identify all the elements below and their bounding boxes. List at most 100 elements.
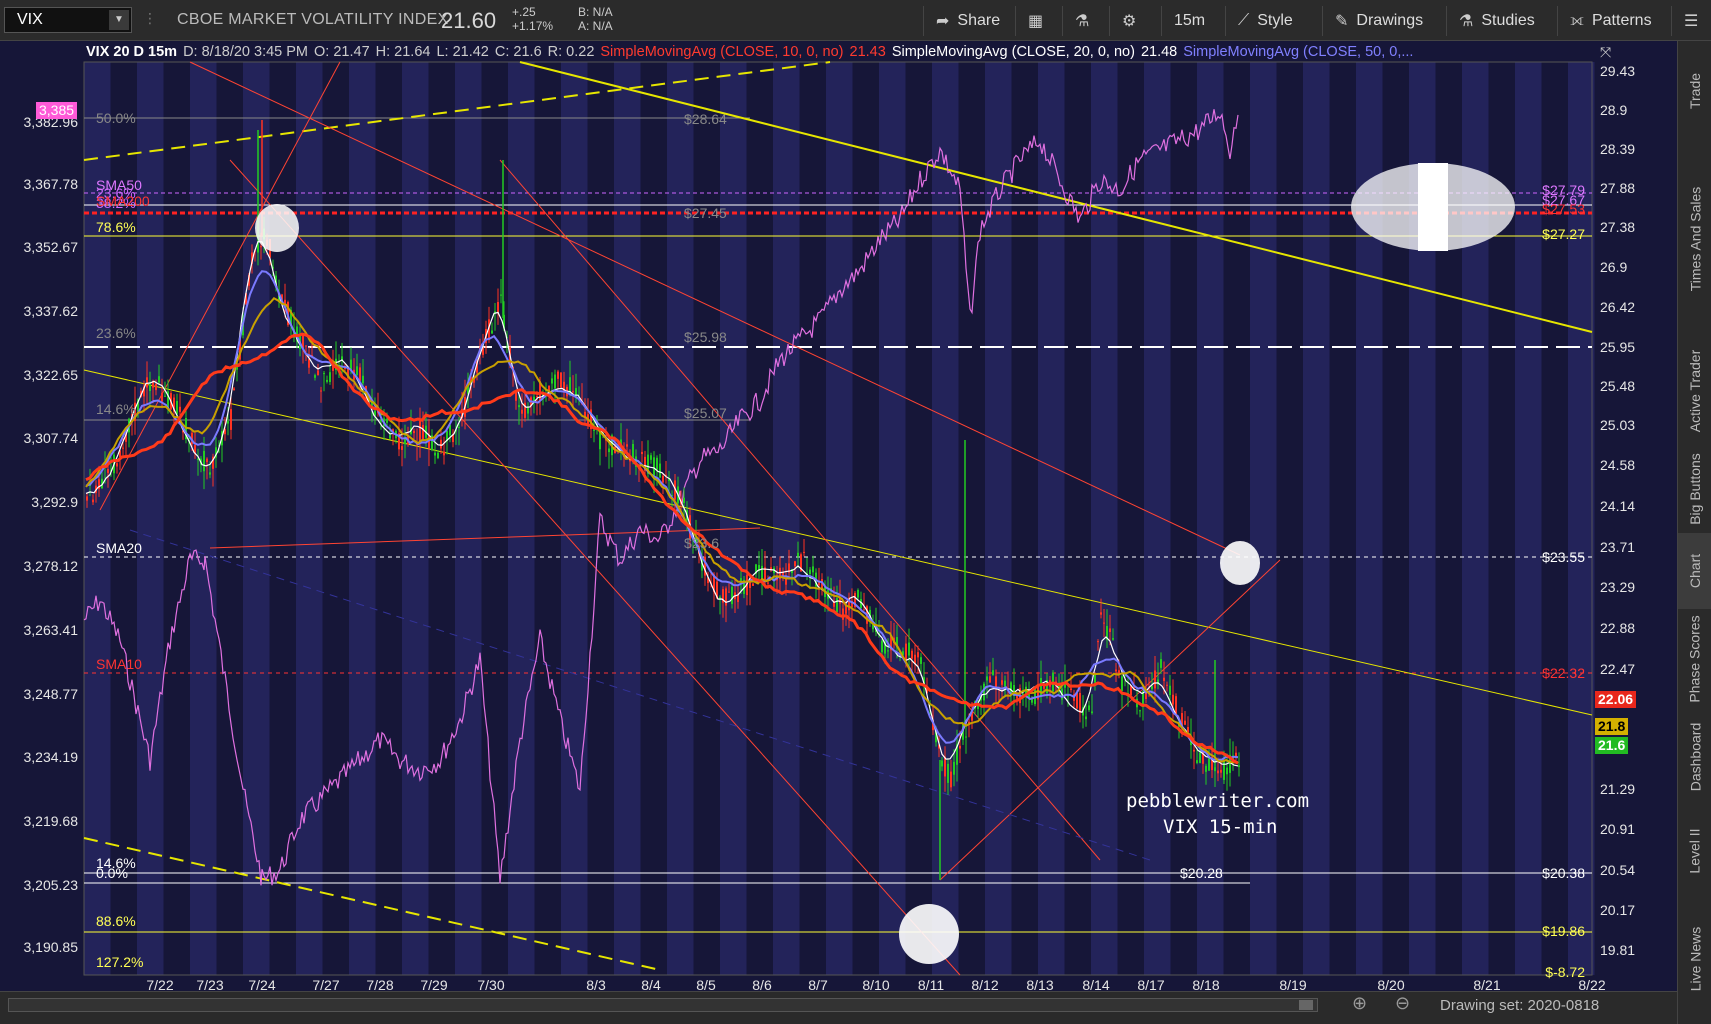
level-label: $23.55 xyxy=(1542,549,1585,565)
sma-label: SMA200 xyxy=(96,193,150,209)
legend-low: L: 21.42 xyxy=(436,44,489,60)
candle-body xyxy=(317,370,319,376)
legend-date: D: 8/18/20 3:45 PM xyxy=(183,44,309,60)
left-axis-label: 3,248.77 xyxy=(24,686,79,702)
tab-trade[interactable]: Trade xyxy=(1678,41,1711,141)
candle-body xyxy=(1184,720,1186,725)
x-axis-label: 8/12 xyxy=(971,977,998,991)
candle-body xyxy=(1004,680,1006,687)
menu-button[interactable]: ☰ xyxy=(1671,6,1711,36)
candle-body xyxy=(359,367,361,381)
candle-body xyxy=(1121,676,1123,691)
level-label: $20.38 xyxy=(1542,865,1585,881)
candle-body xyxy=(422,425,424,441)
share-button[interactable]: ➦ Share xyxy=(923,6,1013,36)
x-axis-label: 8/5 xyxy=(696,977,716,991)
x-axis-label: 8/20 xyxy=(1377,977,1404,991)
drag-handle-icon[interactable]: ⋮ xyxy=(143,10,157,32)
right-axis-label: 25.48 xyxy=(1600,378,1635,394)
candle-body xyxy=(92,499,94,503)
candle-body xyxy=(767,582,769,584)
time-stripe xyxy=(1303,62,1330,975)
candle-body xyxy=(1085,716,1087,720)
studies-button[interactable]: ⚗ Studies xyxy=(1446,6,1555,36)
chart-panel[interactable]: 29.43 28.9 28.39 27.88 27.38 26.9 26.42 25.95 25… xyxy=(0,41,1677,991)
right-axis-label: 24.14 xyxy=(1600,498,1635,514)
settings-button[interactable]: ⚙ xyxy=(1109,6,1159,36)
timeframe-button[interactable]: 15m xyxy=(1161,6,1223,36)
right-axis-label: 20.91 xyxy=(1600,821,1635,837)
candle-body xyxy=(740,578,742,581)
legend-symbol: VIX 20 D 15m xyxy=(86,44,178,60)
candle-body xyxy=(626,444,628,447)
candle-body xyxy=(992,670,994,675)
candle-body xyxy=(1223,759,1225,780)
tab-active-trader[interactable]: Active Trader xyxy=(1678,337,1711,445)
candle-body xyxy=(797,552,799,557)
patterns-button[interactable]: ⟗ Patterns xyxy=(1557,6,1669,36)
right-axis-label: 21.29 xyxy=(1600,781,1635,797)
candle-body xyxy=(497,302,499,314)
candle-body xyxy=(1163,677,1165,681)
candle-body xyxy=(326,379,328,382)
mid-label: $25.98 xyxy=(684,329,727,345)
tab-times-and-sales[interactable]: Times And Sales xyxy=(1678,141,1711,337)
candle-body xyxy=(752,583,754,586)
tab-dashboard[interactable]: Dashboard xyxy=(1678,709,1711,805)
left-axis-label: 3,263.41 xyxy=(24,622,79,638)
tab-phase-scores[interactable]: Phase Scores xyxy=(1678,609,1711,709)
time-stripe xyxy=(349,62,376,975)
tab-big-buttons[interactable]: Big Buttons xyxy=(1678,445,1711,533)
candle-body xyxy=(728,591,730,593)
scrollbar-thumb[interactable] xyxy=(1299,1000,1313,1010)
candle-body xyxy=(491,330,493,334)
right-axis-label: 26.9 xyxy=(1600,259,1627,275)
zoom-icon[interactable]: ⊖ xyxy=(1395,993,1410,1014)
candle-body xyxy=(161,392,163,402)
left-axis-label: 3,205.23 xyxy=(24,877,79,893)
candle-body xyxy=(947,763,949,783)
marker-circle xyxy=(899,904,959,964)
horizontal-scrollbar[interactable] xyxy=(8,998,1318,1012)
drawings-label: Drawings xyxy=(1356,12,1424,29)
fib-label: 14.6% xyxy=(96,401,136,417)
mid-label: $28.64 xyxy=(684,111,727,127)
legend-sma20: SimpleMovingAvg (CLOSE, 20, 0, no) xyxy=(891,44,1135,60)
candle-body xyxy=(206,458,208,463)
mid-label: $25.07 xyxy=(684,405,727,421)
x-axis-label: 8/14 xyxy=(1082,977,1109,991)
price-chart[interactable]: 29.43 28.9 28.39 27.88 27.38 26.9 26.42 25.95 25… xyxy=(0,41,1677,991)
candle-body xyxy=(986,676,988,681)
candle-body xyxy=(641,451,643,455)
collapse-icon[interactable]: ⤧ xyxy=(1600,44,1611,61)
candle-body xyxy=(650,455,652,460)
style-button[interactable]: ⟋ Style xyxy=(1225,6,1320,36)
candle-body xyxy=(953,761,955,775)
flask-button[interactable]: ⚗ xyxy=(1062,6,1107,36)
candle-body xyxy=(176,400,178,415)
candle-body xyxy=(515,392,517,401)
tab-chart[interactable]: Chart xyxy=(1678,533,1711,609)
candle-body xyxy=(356,366,358,375)
pan-icon[interactable]: ⊕ xyxy=(1352,993,1367,1014)
drawings-button[interactable]: ✎ Drawings xyxy=(1322,6,1444,36)
candle-body xyxy=(122,447,124,449)
candle-body xyxy=(164,395,166,397)
candle-body xyxy=(434,452,436,456)
candle-body xyxy=(86,496,88,501)
grid-button[interactable]: ▦ xyxy=(1015,6,1060,36)
chevron-down-icon[interactable]: ▼ xyxy=(109,10,129,30)
left-axis-label: 3,337.62 xyxy=(24,303,79,319)
tab-live-news[interactable]: Live News xyxy=(1678,897,1711,1021)
drawing-set-label: Drawing set: 2020-0818 xyxy=(1440,997,1600,1014)
symbol-input[interactable]: VIX ▼ xyxy=(4,7,132,33)
candle-body xyxy=(725,588,727,606)
left-axis-label: 3,367.78 xyxy=(24,176,79,192)
candle-body xyxy=(149,384,151,392)
candle-body xyxy=(911,650,913,659)
candle-body xyxy=(362,375,364,384)
candle-body xyxy=(1199,752,1201,763)
share-label: Share xyxy=(957,12,1001,29)
tab-level-ii[interactable]: Level II xyxy=(1678,805,1711,897)
x-axis-label: 7/30 xyxy=(477,977,504,991)
